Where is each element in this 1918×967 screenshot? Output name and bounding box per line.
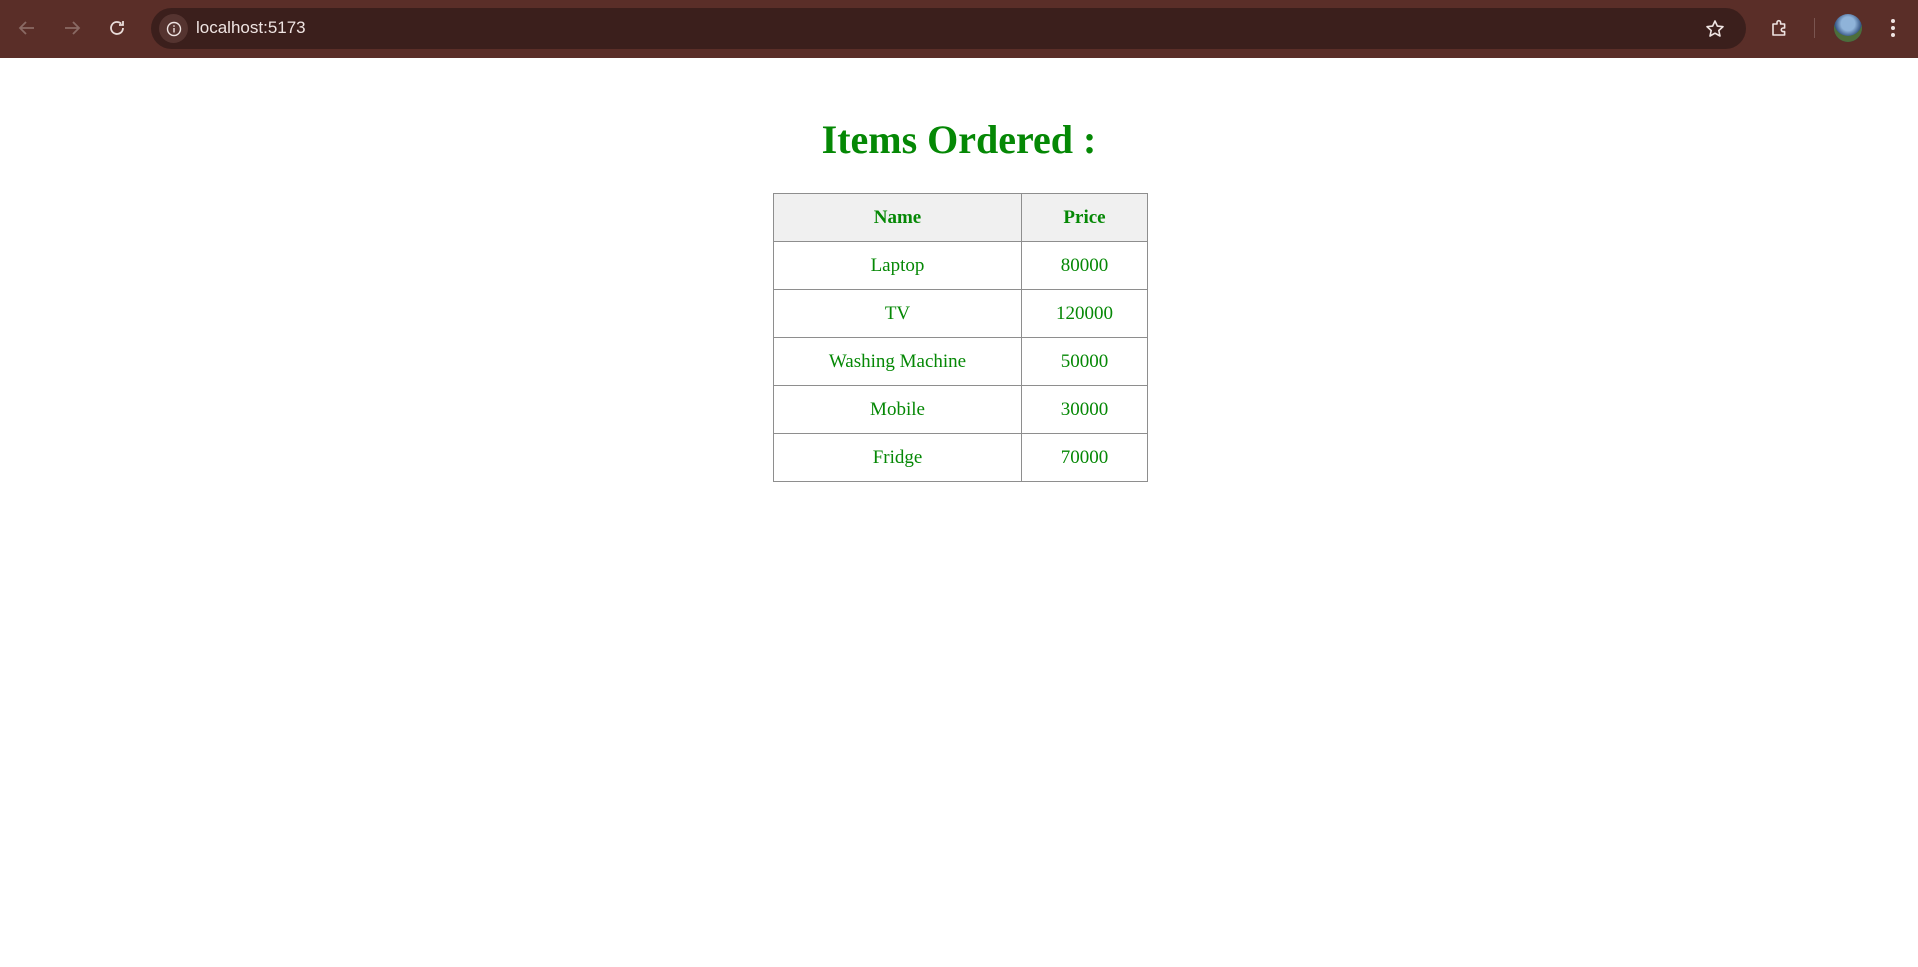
puzzle-icon xyxy=(1772,19,1786,36)
column-header-price: Price xyxy=(1021,193,1148,242)
items-table: Name Price Laptop 80000 TV 120000 Washin… xyxy=(773,193,1148,482)
reload-icon xyxy=(110,21,124,35)
item-name-cell: Washing Machine xyxy=(773,337,1022,386)
site-info-button[interactable] xyxy=(159,14,188,43)
page-title: Items Ordered : xyxy=(821,117,1097,162)
address-bar[interactable]: localhost:5173 xyxy=(151,8,1746,49)
item-price-cell: 30000 xyxy=(1021,385,1148,434)
toolbar-divider xyxy=(1814,18,1815,38)
table-row: Washing Machine 50000 xyxy=(773,337,1148,386)
forward-button[interactable] xyxy=(57,13,87,43)
item-price-cell: 70000 xyxy=(1021,433,1148,482)
item-name-cell: TV xyxy=(773,289,1022,338)
browser-toolbar: localhost:5173 xyxy=(0,0,1918,58)
table-row: Fridge 70000 xyxy=(773,433,1148,482)
star-icon xyxy=(1706,20,1724,37)
item-name-cell: Laptop xyxy=(773,241,1022,290)
reload-button[interactable] xyxy=(102,13,132,43)
back-button[interactable] xyxy=(12,13,42,43)
table-row: TV 120000 xyxy=(773,289,1148,338)
table-header-row: Name Price xyxy=(773,193,1148,242)
info-icon xyxy=(166,21,181,36)
table-row: Mobile 30000 xyxy=(773,385,1148,434)
extensions-button[interactable] xyxy=(1765,13,1795,43)
browser-menu-button[interactable] xyxy=(1878,13,1908,43)
column-header-name: Name xyxy=(773,193,1022,242)
kebab-menu-icon xyxy=(1891,19,1895,37)
forward-arrow-icon xyxy=(65,21,81,35)
item-price-cell: 80000 xyxy=(1021,241,1148,290)
item-name-cell: Fridge xyxy=(773,433,1022,482)
back-arrow-icon xyxy=(18,21,34,35)
bookmark-button[interactable] xyxy=(1702,16,1728,42)
item-price-cell: 50000 xyxy=(1021,337,1148,386)
page-content: Items Ordered : Name Price Laptop 80000 … xyxy=(0,58,1918,967)
table-row: Laptop 80000 xyxy=(773,241,1148,290)
url-text[interactable]: localhost:5173 xyxy=(196,18,306,38)
avatar[interactable] xyxy=(1834,14,1862,42)
item-price-cell: 120000 xyxy=(1021,289,1148,338)
item-name-cell: Mobile xyxy=(773,385,1022,434)
